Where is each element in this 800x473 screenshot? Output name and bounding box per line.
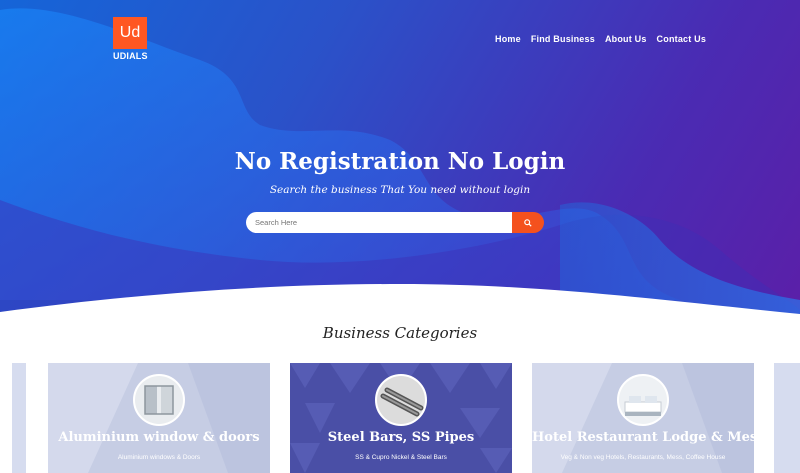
hero-banner: Ud UDIALS Home Find Business About Us Co… <box>0 0 800 320</box>
pipes-icon <box>377 376 425 424</box>
hero-subline: Search the business That You need withou… <box>269 184 531 196</box>
category-image <box>375 374 427 426</box>
nav-find-business[interactable]: Find Business <box>531 34 595 44</box>
nav-about-us[interactable]: About Us <box>605 34 647 44</box>
category-title: Steel Bars, SS Pipes <box>327 430 475 445</box>
category-card-hotel[interactable]: Hotel Restaurant Lodge & Mess Veg & Non … <box>532 363 754 473</box>
section-title: Business Categories <box>322 324 478 342</box>
search-input[interactable] <box>246 212 516 233</box>
logo-mark: Ud <box>113 17 147 49</box>
logo[interactable]: Ud UDIALS <box>113 17 149 61</box>
hero-headline: No Registration No Login <box>234 148 566 175</box>
category-card-aluminium[interactable]: Aluminium window & doors Aluminium windo… <box>48 363 270 473</box>
window-icon <box>135 376 183 424</box>
category-title: Aluminium window & doors <box>58 430 260 445</box>
category-title: Hotel Restaurant Lodge & Mess <box>532 430 754 445</box>
bedroom-icon <box>619 376 667 424</box>
search-button[interactable] <box>512 212 544 233</box>
carousel-prev-card-edge[interactable] <box>12 363 26 473</box>
nav-contact-us[interactable]: Contact Us <box>657 34 707 44</box>
main-nav: Home Find Business About Us Contact Us <box>495 34 706 44</box>
category-card-steel[interactable]: Steel Bars, SS Pipes SS & Cupro Nickel &… <box>290 363 512 473</box>
category-image <box>617 374 669 426</box>
logo-name: UDIALS <box>113 51 148 61</box>
search-bar <box>246 212 544 233</box>
category-image <box>133 374 185 426</box>
nav-home[interactable]: Home <box>495 34 521 44</box>
carousel-next-card-edge[interactable] <box>774 363 800 473</box>
search-icon <box>524 218 532 227</box>
